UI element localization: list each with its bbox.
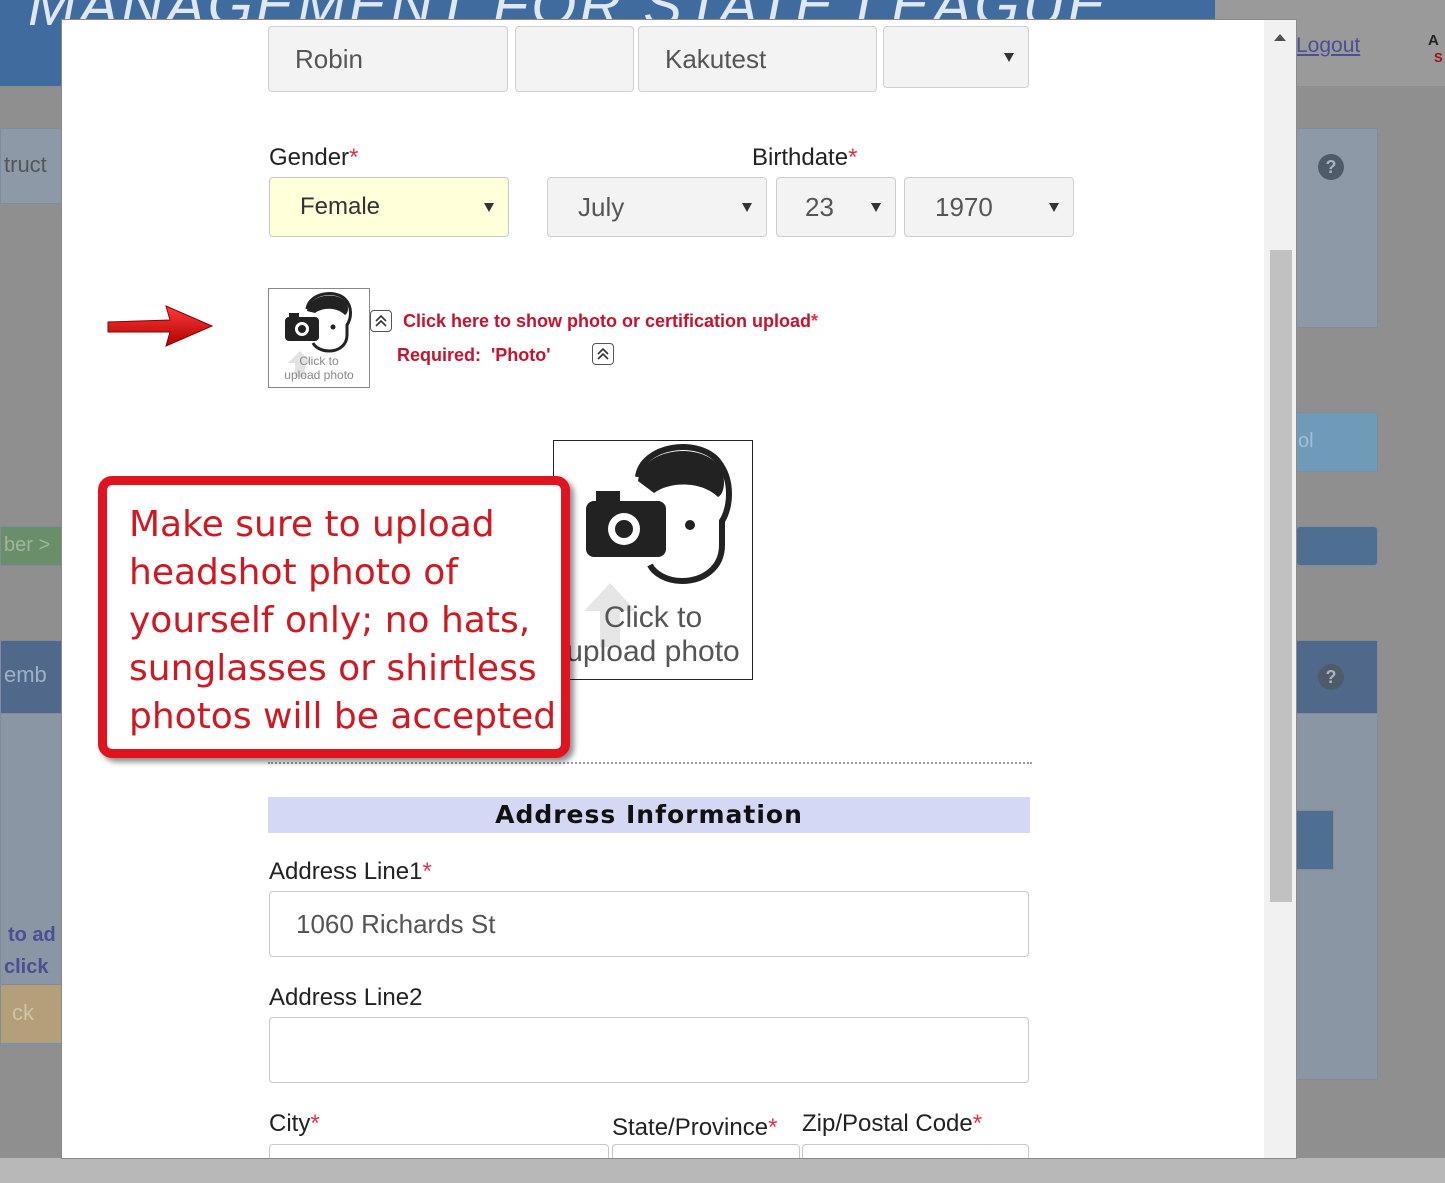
background-right-box xyxy=(1296,810,1334,870)
required-marker: * xyxy=(310,1110,320,1137)
middle-name-field[interactable] xyxy=(515,26,634,92)
camera-face-icon xyxy=(285,292,352,353)
city-label: City* xyxy=(269,1110,320,1138)
birthdate-label-text: Birthdate xyxy=(752,144,849,171)
address-line1-field[interactable]: 1060 Richards St xyxy=(269,891,1029,957)
state-select[interactable] xyxy=(612,1144,800,1158)
modal-scrollbar[interactable] xyxy=(1264,20,1296,1158)
gender-select[interactable]: Female xyxy=(269,177,509,237)
help-icon[interactable]: ? xyxy=(1318,154,1344,180)
expand-toggle-icon[interactable] xyxy=(370,310,392,332)
birth-month-select[interactable]: July xyxy=(547,177,767,237)
section-divider xyxy=(268,762,1032,764)
suffix-select[interactable] xyxy=(883,26,1029,88)
required-marker: * xyxy=(811,311,819,331)
chevron-down-icon xyxy=(1004,53,1014,62)
birth-day-value: 23 xyxy=(805,191,834,222)
photo-guidelines-callout: Make sure to upload headshot photo of yo… xyxy=(98,476,570,758)
background-text-member-link: ber > xyxy=(4,534,51,556)
required-marker: * xyxy=(972,1110,983,1137)
camera-face-icon-large xyxy=(586,444,732,585)
birthdate-label: Birthdate* xyxy=(752,144,857,172)
background-bottom-bar xyxy=(0,1158,1445,1183)
required-marker: * xyxy=(768,1114,778,1141)
state-label: State/Province* xyxy=(612,1114,777,1142)
expand-toggle-icon-2[interactable] xyxy=(592,343,614,365)
background-text-instruct: truct xyxy=(4,152,47,177)
photo-upload-caption-1: Click to xyxy=(603,601,703,634)
birth-year-select[interactable]: 1970 xyxy=(904,177,1074,237)
city-field[interactable] xyxy=(269,1144,609,1158)
show-photo-upload-link[interactable]: Click here to show photo or certificatio… xyxy=(403,311,818,332)
state-label-text: State/Province xyxy=(612,1114,769,1141)
required-marker: * xyxy=(349,144,359,171)
birth-month-value: July xyxy=(578,191,625,222)
first-name-field[interactable]: Robin xyxy=(268,26,508,92)
scrollbar-thumb[interactable] xyxy=(1270,250,1292,902)
gender-label: Gender* xyxy=(269,144,358,172)
background-corner-letter-s: S xyxy=(1434,50,1443,65)
last-name-field[interactable]: Kakutest xyxy=(638,26,877,92)
red-arrow-icon xyxy=(107,305,214,347)
background-text-back: ck xyxy=(12,1000,34,1025)
city-label-text: City xyxy=(269,1110,311,1137)
chevron-down-icon xyxy=(1049,203,1059,212)
address-line2-label: Address Line2 xyxy=(269,984,423,1011)
gender-value: Female xyxy=(300,193,381,220)
background-text-tool: ol xyxy=(1298,430,1314,452)
background-text-click: click xyxy=(4,956,49,978)
photo-upload-thumbnail[interactable]: Click to upload photo xyxy=(268,288,370,388)
birth-day-select[interactable]: 23 xyxy=(776,177,896,237)
required-marker: * xyxy=(422,858,432,885)
photo-upload-box[interactable]: Click to upload photo xyxy=(553,440,753,680)
required-photo-text: Required: 'Photo' xyxy=(397,345,551,365)
help-icon-2[interactable]: ? xyxy=(1318,664,1344,690)
logout-link[interactable]: Logout xyxy=(1296,34,1360,58)
address-line2-field[interactable] xyxy=(269,1017,1029,1083)
chevron-down-icon xyxy=(742,203,752,212)
photo-guidelines-text: Make sure to upload headshot photo of yo… xyxy=(129,504,557,737)
chevron-down-icon xyxy=(871,203,881,212)
chevron-down-icon xyxy=(484,203,494,212)
zip-label-text: Zip/Postal Code xyxy=(802,1110,973,1137)
photo-upload-caption-2: upload photo xyxy=(566,635,740,668)
background-bar-right xyxy=(1296,526,1378,566)
address-line1-label-text: Address Line1 xyxy=(269,858,423,885)
zip-field[interactable] xyxy=(802,1144,1029,1158)
photo-thumbnail-caption-2: upload photo xyxy=(284,368,354,382)
background-text-members: emb xyxy=(4,662,47,687)
background-text-to-add: to ad xyxy=(8,924,56,946)
birth-year-value: 1970 xyxy=(935,191,993,222)
address-line1-label: Address Line1* xyxy=(269,858,432,886)
gender-label-text: Gender xyxy=(269,144,350,171)
scroll-up-arrow-icon[interactable] xyxy=(1274,34,1286,41)
background-corner-letter-a: A xyxy=(1428,32,1439,49)
photo-thumbnail-caption-1: Click to xyxy=(299,354,339,368)
zip-label: Zip/Postal Code* xyxy=(802,1110,982,1138)
required-marker: * xyxy=(848,144,858,171)
show-photo-upload-text: Click here to show photo or certificatio… xyxy=(403,311,812,331)
address-section-title: Address Information xyxy=(268,797,1030,833)
